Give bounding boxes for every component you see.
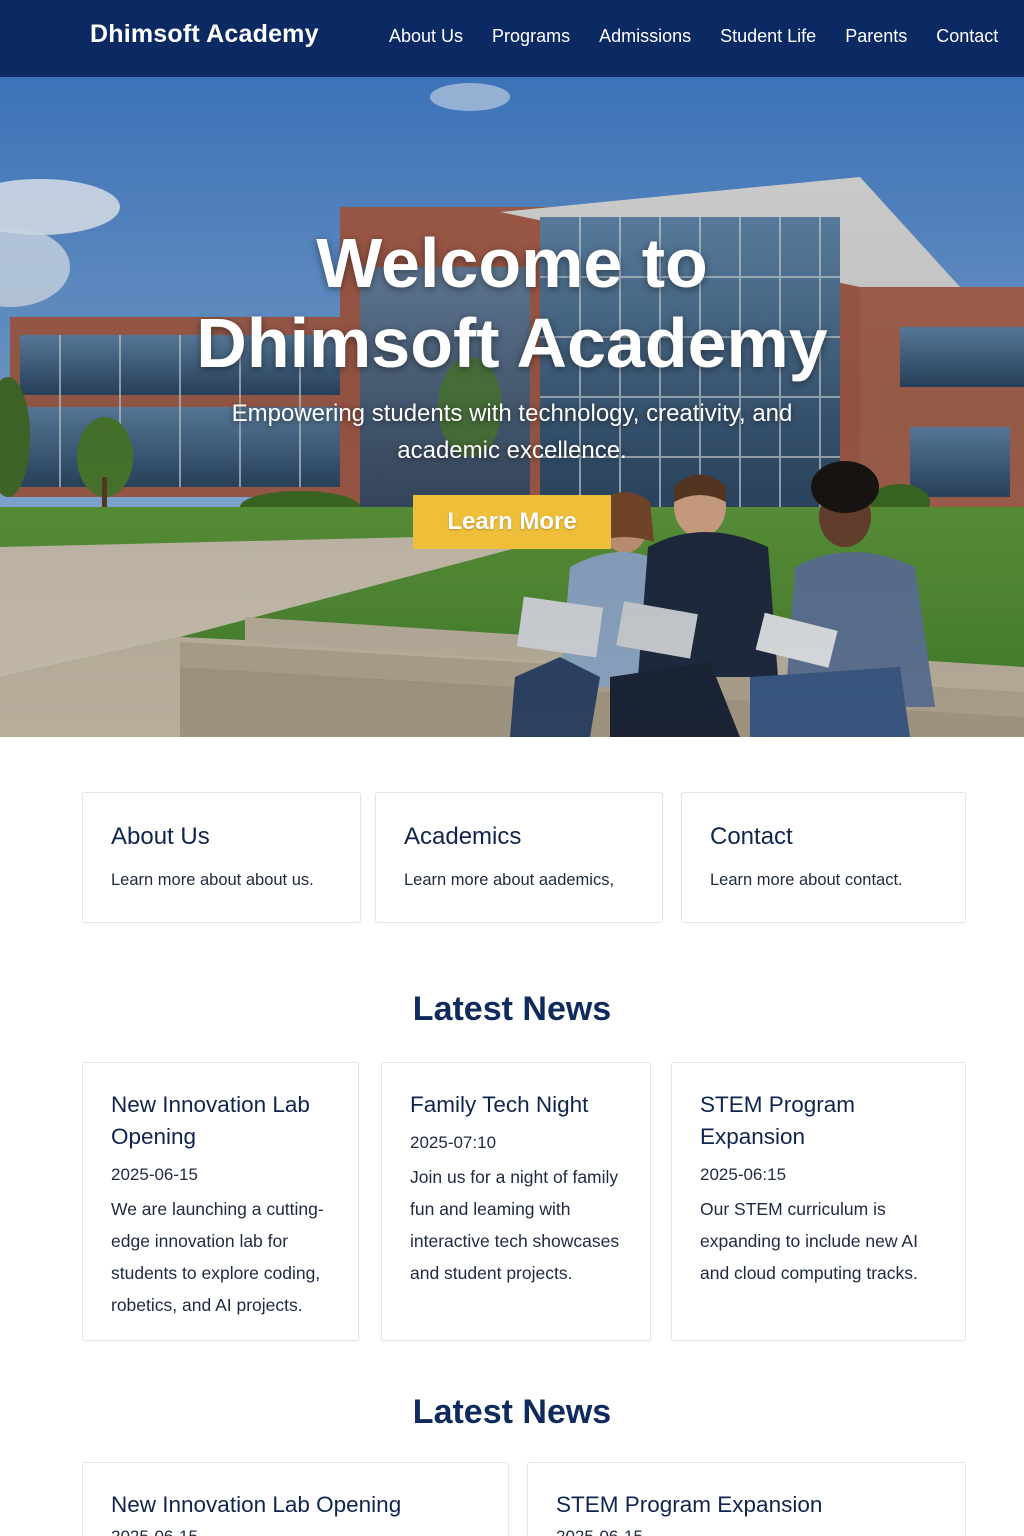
hero-section: Welcome to Dhimsoft Academy Empowering s… — [0, 77, 1024, 737]
hero-subtitle: Empowering students with technology, cre… — [231, 400, 793, 464]
nav-link-admissions[interactable]: Admissions — [599, 26, 691, 47]
card-title: Academics — [404, 823, 522, 850]
nav-link-student-life[interactable]: Student Life — [720, 26, 816, 47]
news-date: 2025-07:10 — [410, 1133, 497, 1152]
card-description: Learn more about about us. — [111, 871, 314, 889]
news-title: STEM Program Expansion — [700, 1092, 856, 1149]
news-card-innovation-lab[interactable]: New Innovation Lab Opening 2025-06-15 We… — [82, 1062, 359, 1341]
quick-link-card-contact[interactable]: Contact Learn more about contact. — [681, 792, 966, 923]
nav-link-programs[interactable]: Programs — [492, 26, 570, 47]
news-title: New Innovation Lab Opening — [111, 1092, 310, 1149]
card-title: About Us — [111, 823, 210, 850]
nav-link-contact[interactable]: Contact — [936, 26, 998, 47]
nav-link-about-us[interactable]: About Us — [389, 26, 463, 47]
latest-news-heading: Latest News — [412, 990, 612, 1028]
news-date: 2025-06-15 — [111, 1527, 198, 1536]
quick-link-card-about-us[interactable]: About Us Learn more about about us. — [82, 792, 361, 923]
news-date: 2025-06:15 — [700, 1165, 787, 1184]
news-body: Join us for a night of family fun and le… — [410, 1167, 620, 1283]
quick-link-card-academics[interactable]: Academics Learn more about aademics, — [375, 792, 663, 923]
news-title: STEM Program Expansion — [556, 1492, 823, 1517]
main-nav: About Us Programs Admissions Student Lif… — [389, 26, 998, 47]
news-card-stem-expansion-2[interactable]: STEM Program Expansion 2025-06-15 — [527, 1462, 966, 1536]
nav-link-parents[interactable]: Parents — [845, 26, 907, 47]
hero-title: Welcome to Dhimsoft Academy — [196, 224, 828, 382]
news-title: New Innovation Lab Opening — [111, 1492, 402, 1517]
hero-content: Welcome to Dhimsoft Academy Empowering s… — [0, 223, 1024, 549]
latest-news-heading-2: Latest News — [412, 1393, 612, 1431]
news-card-stem-expansion[interactable]: STEM Program Expansion 2025-06:15 Our ST… — [671, 1062, 966, 1341]
brand-logo-text[interactable]: Dhimsoft Academy — [90, 20, 319, 49]
top-navbar: Dhimsoft Academy About Us Programs Admis… — [0, 0, 1024, 77]
learn-more-button[interactable]: Learn More — [413, 495, 611, 549]
card-description: Learn more about contact. — [710, 871, 903, 889]
card-description: Learn more about aademics, — [404, 871, 615, 889]
news-date: 2025-06-15 — [556, 1527, 643, 1536]
card-title: Contact — [710, 823, 793, 850]
news-card-innovation-lab-2[interactable]: New Innovation Lab Opening 2025-06-15 — [82, 1462, 509, 1536]
news-card-family-tech-night[interactable]: Family Tech Night 2025-07:10 Join us for… — [381, 1062, 651, 1341]
news-body: We are launching a cutting-edge innovati… — [111, 1199, 324, 1315]
news-body: Our STEM curriculum is expanding to incl… — [700, 1199, 918, 1283]
news-date: 2025-06-15 — [111, 1165, 198, 1184]
news-title: Family Tech Night — [410, 1092, 589, 1117]
